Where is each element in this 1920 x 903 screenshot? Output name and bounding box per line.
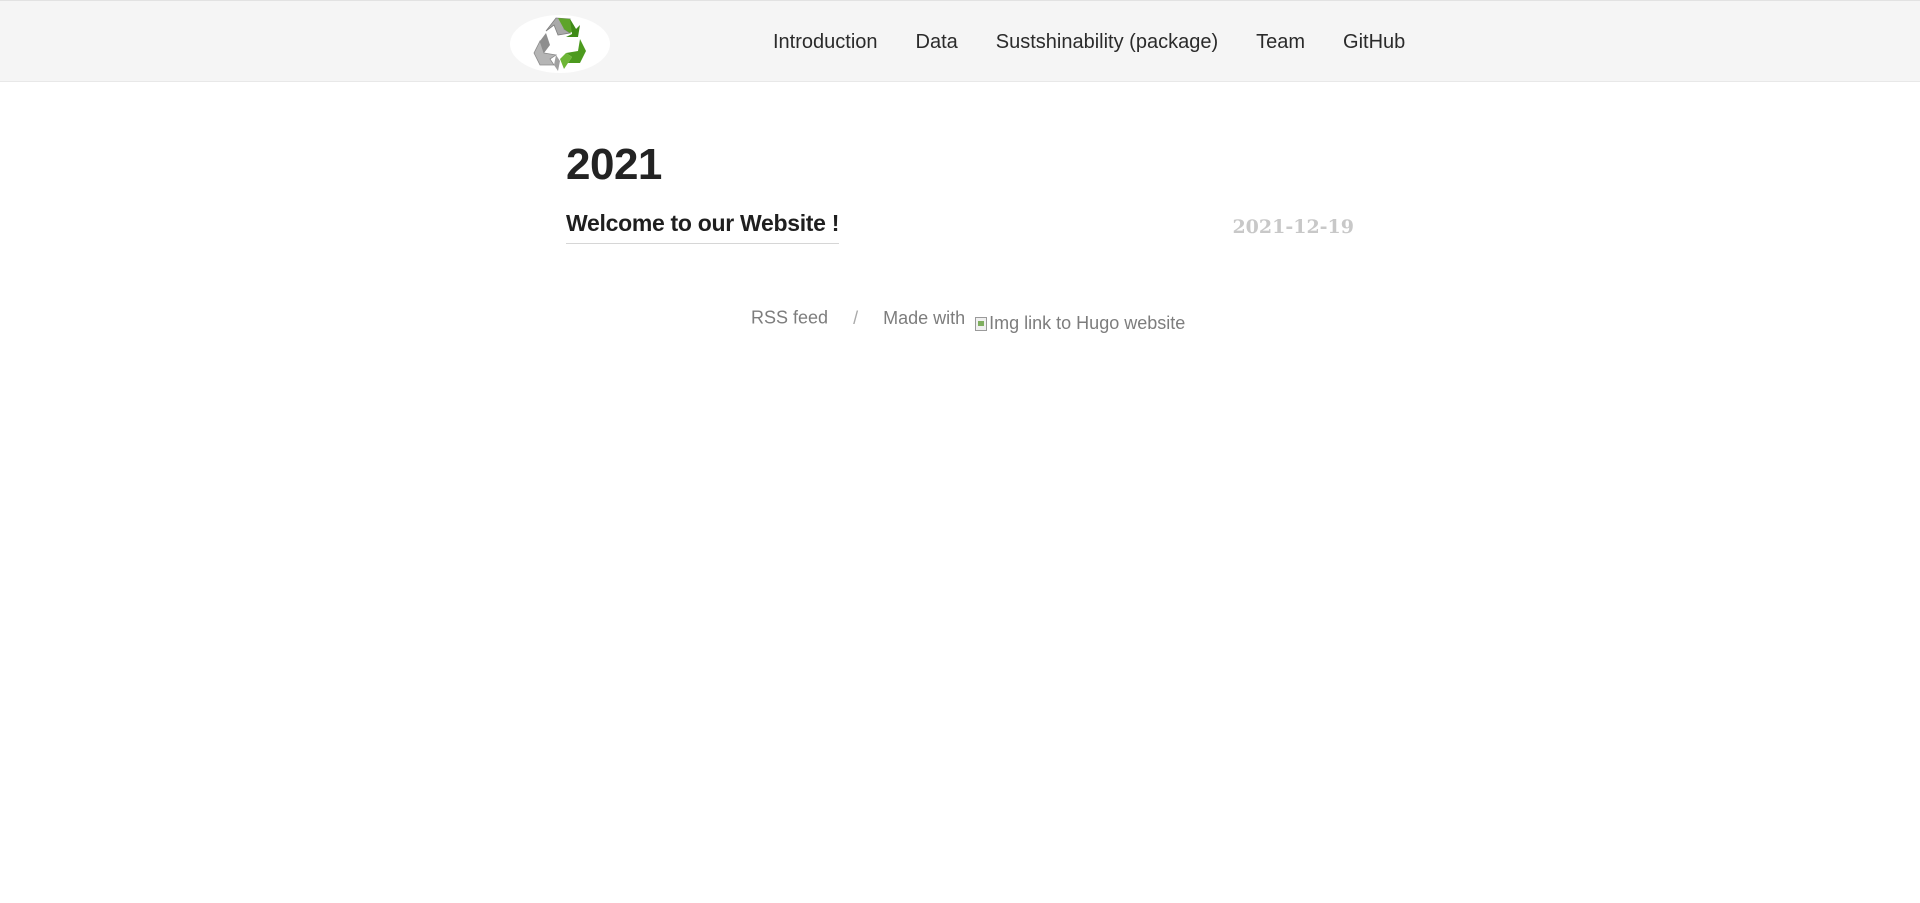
post-list-item: Welcome to our Website ! 2021-12-19 (566, 210, 1354, 250)
hugo-logo-image: Img link to Hugo website (975, 313, 1185, 334)
main-content: 2021 Welcome to our Website ! 2021-12-19 (566, 138, 1354, 250)
nav-item-sustshinability-package[interactable]: Sustshinability (package) (996, 31, 1218, 54)
nav-item-team[interactable]: Team (1256, 31, 1305, 54)
hugo-image-alt-text: Img link to Hugo website (989, 313, 1186, 333)
main-nav: Introduction Data Sustshinability (packa… (773, 1, 1405, 83)
post-date: 2021-12-19 (1232, 216, 1354, 238)
nav-item-github[interactable]: GitHub (1343, 31, 1405, 54)
post-title-link[interactable]: Welcome to our Website ! (566, 210, 839, 244)
site-logo[interactable] (510, 15, 610, 73)
site-header: Introduction Data Sustshinability (packa… (0, 0, 1920, 82)
nav-item-data[interactable]: Data (916, 31, 958, 54)
hugo-website-link[interactable]: Img link to Hugo website (975, 313, 1185, 336)
footer-separator: / (853, 307, 859, 328)
year-heading: 2021 (566, 140, 662, 189)
made-with-text: Made with (883, 307, 966, 328)
broken-image-icon (975, 316, 988, 331)
nav-item-introduction[interactable]: Introduction (773, 31, 878, 54)
recycle-icon (533, 17, 586, 71)
site-footer: RSS feed / Made with Img link to Hugo we… (751, 306, 1185, 334)
rss-feed-link[interactable]: RSS feed (751, 308, 828, 328)
